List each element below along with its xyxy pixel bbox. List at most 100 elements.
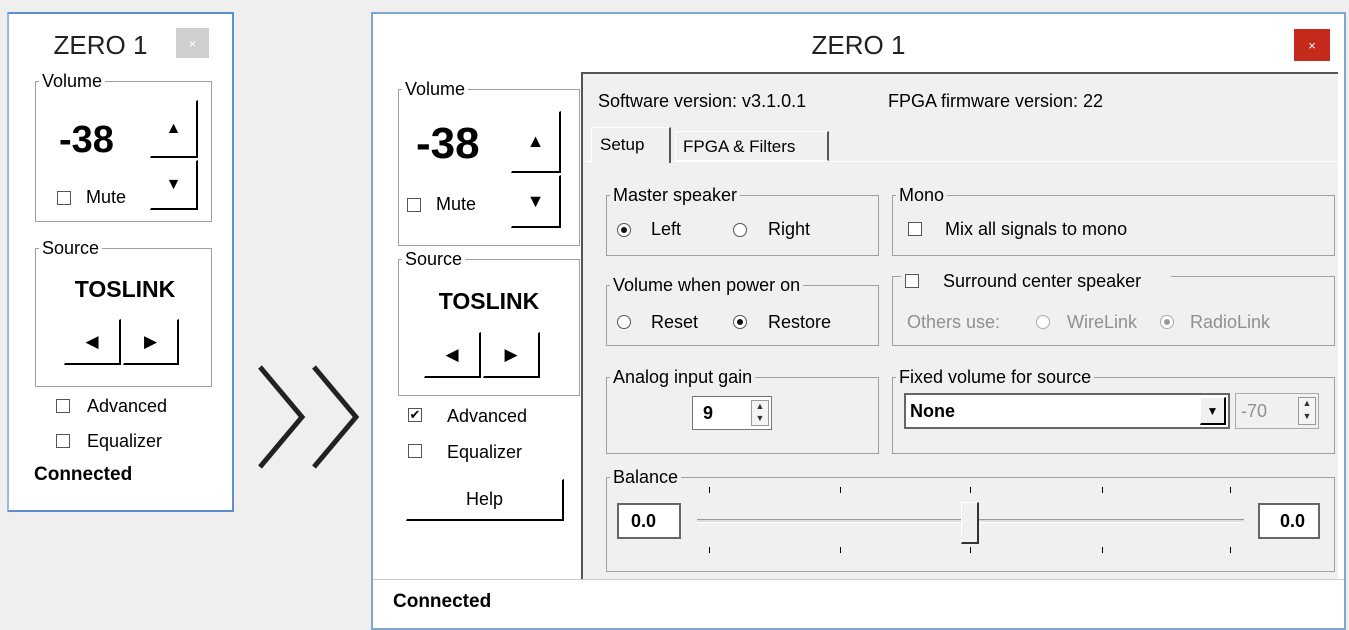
small-source-next-button[interactable]: ▶	[123, 319, 179, 365]
spin-up-icon[interactable]: ▲	[1299, 398, 1315, 411]
surround-checkbox[interactable]	[905, 274, 919, 288]
slider-tick	[1102, 547, 1103, 553]
volume-power-on-group: Volume when power on	[606, 276, 879, 346]
analog-gain-value: 9	[703, 402, 714, 423]
help-button[interactable]: Help	[406, 479, 564, 521]
fixed-volume-legend: Fixed volume for source	[899, 367, 1092, 387]
volume-legend: Volume	[405, 79, 466, 99]
small-source-prev-button[interactable]: ◀	[64, 319, 121, 365]
small-advanced-checkbox[interactable]	[56, 399, 70, 413]
analog-gain-spin-buttons[interactable]: ▲ ▼	[751, 400, 769, 426]
triangle-up-icon: ▲	[526, 131, 545, 151]
fixed-volume-selected: None	[910, 401, 955, 421]
close-icon: ×	[1308, 37, 1316, 53]
spin-down-icon[interactable]: ▼	[1299, 411, 1315, 424]
master-left-radio[interactable]	[617, 223, 631, 237]
mute-label: Mute	[436, 194, 477, 214]
slider-tick	[1230, 547, 1231, 553]
tab-fpga-filters-label: FPGA & Filters	[683, 137, 796, 156]
slider-tick	[709, 547, 710, 553]
software-version-text: Software version: v3.1.0.1	[598, 91, 807, 111]
volume-down-button[interactable]: ▼	[511, 175, 561, 228]
wirelink-radio[interactable]	[1036, 315, 1050, 329]
slider-tick	[709, 487, 710, 493]
tab-setup-label: Setup	[600, 135, 645, 154]
mute-checkbox[interactable]	[407, 198, 421, 212]
status-text: Connected	[393, 591, 492, 612]
triangle-left-icon: ◀	[85, 331, 99, 351]
mono-checkbox[interactable]	[908, 222, 922, 236]
volume-value: -38	[416, 119, 480, 168]
spin-down-icon[interactable]: ▼	[752, 413, 768, 425]
fixed-volume-dropdown[interactable]: None ▼	[904, 393, 1230, 429]
wirelink-label: WireLink	[1067, 312, 1138, 332]
close-icon: ×	[188, 35, 197, 51]
advanced-label: Advanced	[447, 406, 528, 426]
mono-legend: Mono	[899, 185, 945, 205]
small-source-legend: Source	[42, 238, 100, 258]
surround-legend: Surround center speaker	[943, 271, 1142, 291]
small-mute-checkbox[interactable]	[57, 191, 71, 205]
reset-label: Reset	[651, 312, 699, 332]
balance-right-value: 0.0	[1280, 510, 1306, 531]
triangle-up-icon: ▲	[165, 119, 182, 137]
spin-up-icon[interactable]: ▲	[752, 401, 768, 413]
large-window-close-button[interactable]: ×	[1294, 29, 1330, 61]
master-left-label: Left	[651, 219, 682, 239]
checkmark-icon: ✔	[409, 407, 421, 422]
fixed-volume-spin-buttons[interactable]: ▲ ▼	[1298, 397, 1316, 425]
master-speaker-legend: Master speaker	[613, 185, 738, 205]
analog-gain-spinner[interactable]: 9 ▲ ▼	[692, 396, 772, 430]
fpga-version-text: FPGA firmware version: 22	[888, 91, 1104, 111]
others-use-label: Others use:	[907, 312, 1001, 332]
master-speaker-group: Master speaker	[606, 186, 879, 256]
fixed-volume-level: -70	[1241, 400, 1268, 421]
chevron-down-icon: ▼	[1206, 403, 1219, 418]
tab-content-border	[585, 161, 1337, 162]
source-next-button[interactable]: ▶	[483, 332, 540, 378]
small-window-close-button[interactable]: ×	[176, 28, 209, 58]
balance-left-value: 0.0	[631, 510, 657, 531]
source-legend: Source	[405, 249, 463, 269]
master-right-label: Right	[768, 219, 811, 239]
balance-legend: Balance	[613, 467, 679, 487]
triangle-right-icon: ▶	[504, 344, 518, 364]
tab-setup[interactable]: Setup	[591, 127, 671, 163]
mono-option-label: Mix all signals to mono	[945, 219, 1128, 239]
small-volume-up-button[interactable]: ▲	[150, 100, 198, 158]
chevrons-right-icon	[252, 362, 364, 472]
fixed-volume-dropdown-button[interactable]: ▼	[1200, 397, 1226, 425]
small-volume-down-button[interactable]: ▼	[150, 160, 198, 210]
small-volume-legend: Volume	[42, 71, 103, 91]
radiolink-label: RadioLink	[1190, 312, 1271, 332]
restore-radio[interactable]	[733, 315, 747, 329]
volume-up-button[interactable]: ▲	[511, 111, 561, 173]
tab-fpga-filters[interactable]: FPGA & Filters	[675, 131, 829, 161]
triangle-left-icon: ◀	[445, 344, 459, 364]
large-window: ZERO 1 × Volume -38 ▲ ▼ Mute Source TOSL…	[371, 12, 1346, 630]
analog-gain-legend: Analog input gain	[613, 367, 753, 387]
source-value: TOSLINK	[438, 288, 540, 314]
reset-radio[interactable]	[617, 315, 631, 329]
status-bar	[373, 579, 1344, 580]
small-source-value: TOSLINK	[74, 276, 176, 302]
help-button-label: Help	[465, 489, 504, 509]
slider-tick	[840, 487, 841, 493]
slider-tick	[970, 487, 971, 493]
small-window: ZERO 1 × Volume -38 ▲ ▼ Mute Source TOSL…	[7, 12, 234, 512]
balance-right-value-box: 0.0	[1258, 503, 1320, 539]
balance-slider-thumb[interactable]	[960, 502, 979, 544]
advanced-checkbox[interactable]: ✔	[408, 408, 422, 422]
triangle-right-icon: ▶	[143, 331, 158, 351]
small-advanced-label: Advanced	[87, 396, 168, 416]
small-equalizer-checkbox[interactable]	[56, 434, 70, 448]
small-status-text: Connected	[34, 464, 133, 485]
master-right-radio[interactable]	[733, 223, 747, 237]
slider-tick	[1102, 487, 1103, 493]
equalizer-checkbox[interactable]	[408, 444, 422, 458]
radiolink-radio[interactable]	[1160, 315, 1174, 329]
restore-label: Restore	[768, 312, 832, 332]
small-volume-value: -38	[59, 119, 114, 161]
fixed-volume-level-spinner[interactable]: -70 ▲ ▼	[1235, 393, 1319, 429]
source-prev-button[interactable]: ◀	[424, 332, 481, 378]
